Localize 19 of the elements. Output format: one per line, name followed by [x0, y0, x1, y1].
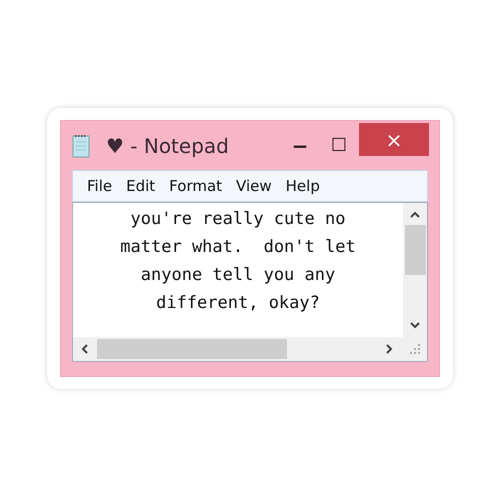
scroll-up-icon[interactable] — [410, 211, 420, 219]
scroll-left-icon[interactable] — [81, 344, 89, 354]
resize-grip-icon[interactable] — [409, 343, 421, 355]
menu-item[interactable]: View — [231, 174, 277, 198]
menu-item[interactable]: File — [82, 174, 118, 198]
scroll-down-icon[interactable] — [410, 321, 420, 329]
menu-item[interactable]: Help — [280, 174, 325, 198]
close-button[interactable]: × — [359, 123, 429, 156]
maximize-button[interactable]: ☐ — [319, 136, 359, 154]
vertical-scrollbar[interactable] — [403, 203, 427, 337]
menu-item[interactable]: Format — [164, 174, 228, 198]
horizontal-scrollbar[interactable] — [73, 337, 427, 361]
scroll-right-icon[interactable] — [385, 344, 393, 354]
scroll-thumb[interactable] — [404, 225, 426, 275]
window-title: ♥ - Notepad — [106, 132, 229, 160]
minimize-button[interactable]: − — [281, 136, 319, 156]
scroll-thumb[interactable] — [97, 339, 287, 359]
menu-item[interactable]: Edit — [121, 174, 160, 198]
notepad-icon — [72, 134, 90, 158]
